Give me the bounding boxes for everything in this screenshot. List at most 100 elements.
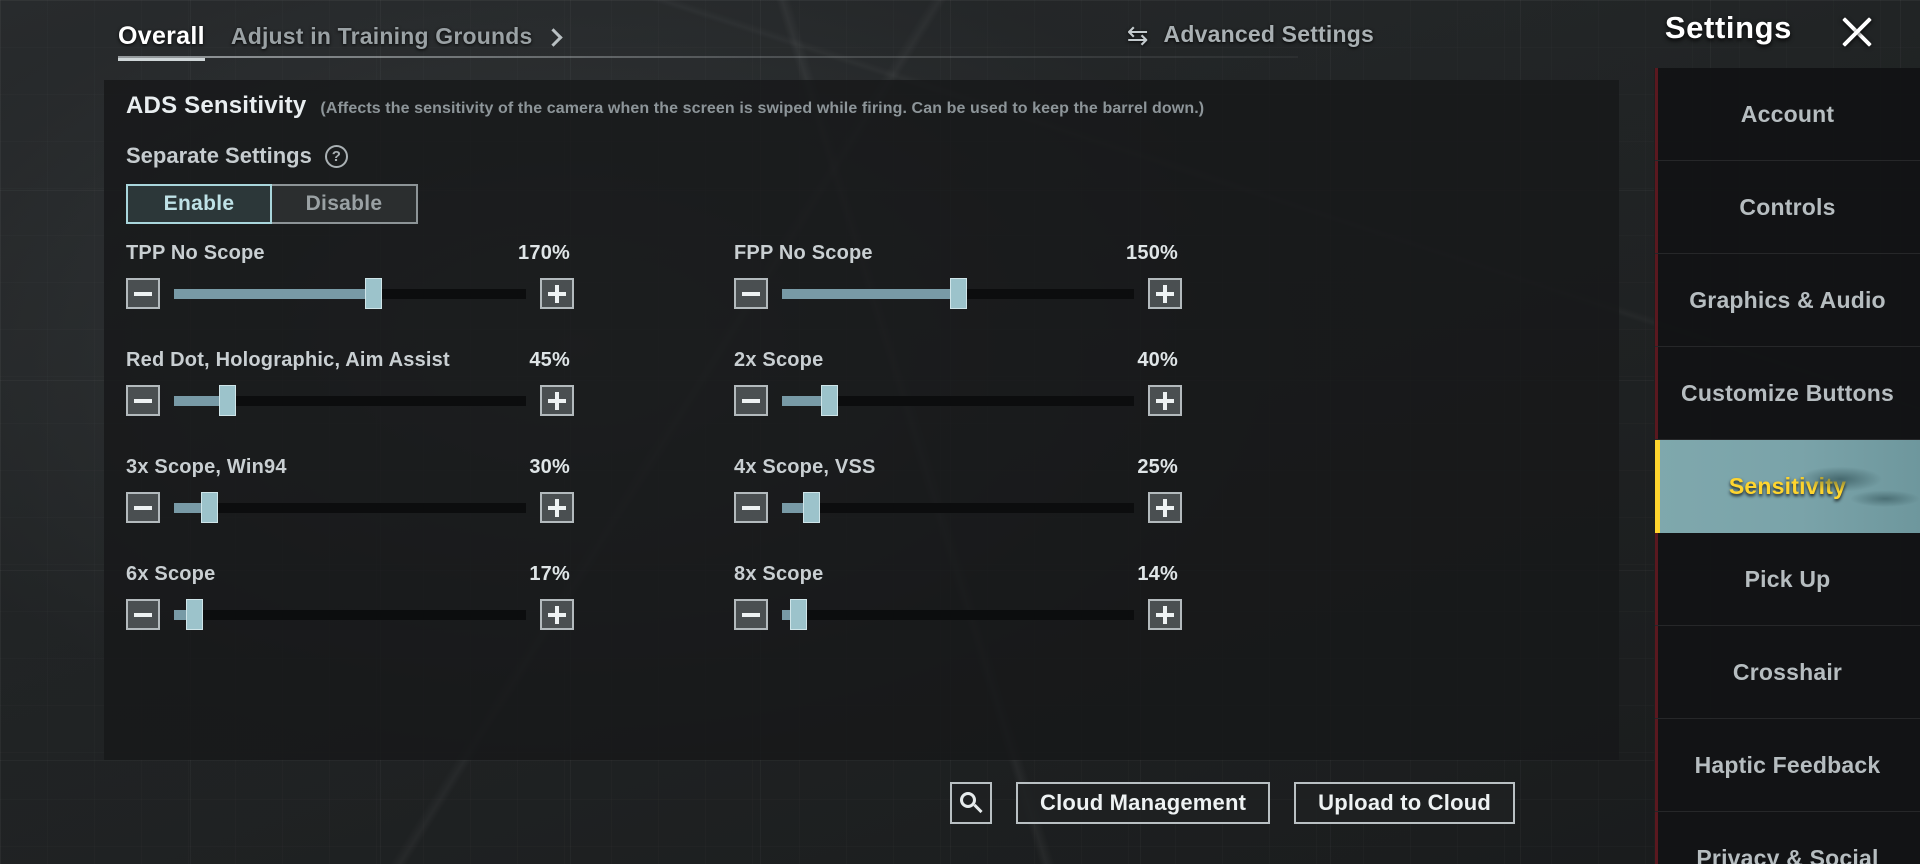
sensitivity-slider-row: 4x Scope, VSS 25% (734, 446, 1342, 553)
minus-icon[interactable] (126, 278, 160, 309)
sensitivity-slider-grid: TPP No Scope 170% FPP No Scope 150% Red Dot,… (104, 232, 1619, 660)
sensitivity-slider-row: Red Dot, Holographic, Aim Assist 45% (126, 339, 734, 446)
slider-value: 30% (529, 456, 570, 478)
plus-icon[interactable] (540, 278, 574, 309)
slider-handle[interactable] (365, 278, 382, 309)
sidebar-item-crosshair[interactable]: Crosshair (1655, 626, 1920, 719)
slider-header: 6x Scope 17% (126, 563, 570, 586)
slider-label: TPP No Scope (126, 242, 265, 264)
slider-controls (734, 599, 1182, 630)
sidebar-item-haptic-feedback[interactable]: Haptic Feedback (1655, 719, 1920, 812)
magnifier-glyph (960, 792, 983, 814)
minus-glyph (742, 505, 760, 510)
top-bar: Overall Adjust in Training Grounds ⇆ Adv… (0, 0, 1920, 68)
slider-track[interactable] (782, 492, 1134, 523)
slider-label: Red Dot, Holographic, Aim Assist (126, 349, 450, 371)
slider-track[interactable] (782, 599, 1134, 630)
slider-handle[interactable] (950, 278, 967, 309)
plus-icon[interactable] (540, 492, 574, 523)
slider-controls (126, 492, 574, 523)
slider-value: 40% (1137, 349, 1178, 371)
toggle-disable-button[interactable]: Disable (272, 184, 418, 224)
slider-handle[interactable] (219, 385, 236, 416)
help-icon[interactable]: ? (324, 144, 348, 168)
minus-icon[interactable] (126, 385, 160, 416)
separate-settings-label: Separate Settings (126, 143, 312, 168)
sidebar-item-controls[interactable]: Controls (1655, 161, 1920, 254)
slider-label: 4x Scope, VSS (734, 456, 876, 478)
slider-track[interactable] (174, 599, 526, 630)
slider-handle[interactable] (186, 599, 203, 630)
toggle-enable-button[interactable]: Enable (126, 184, 272, 224)
slider-value: 25% (1137, 456, 1178, 478)
sidebar-item-label: Crosshair (1732, 658, 1843, 685)
sidebar-item-sensitivity[interactable]: Sensitivity (1655, 440, 1920, 533)
sensitivity-slider-row: 2x Scope 40% (734, 339, 1342, 446)
sensitivity-slider-row: 8x Scope 14% (734, 553, 1342, 660)
slider-track-background (174, 503, 526, 513)
magnifier-handle (973, 803, 983, 814)
sensitivity-slider-row: FPP No Scope 150% (734, 232, 1342, 339)
plus-glyph-v (1163, 284, 1167, 303)
slider-header: 2x Scope 40% (734, 349, 1178, 372)
minus-glyph (134, 505, 152, 510)
tab-training-label: Adjust in Training Grounds (230, 23, 533, 49)
slider-track-fill (782, 289, 958, 299)
plus-icon[interactable] (1148, 385, 1182, 416)
minus-icon[interactable] (126, 492, 160, 523)
slider-track[interactable] (782, 278, 1134, 309)
tab-adjust-in-training-grounds[interactable]: Adjust in Training Grounds (230, 23, 563, 57)
slider-handle[interactable] (803, 492, 820, 523)
minus-icon[interactable] (734, 385, 768, 416)
sidebar-item-pick-up[interactable]: Pick Up (1655, 533, 1920, 626)
sidebar-item-graphics-audio[interactable]: Graphics & Audio (1655, 254, 1920, 347)
slider-track[interactable] (174, 492, 526, 523)
chevron-right-icon (543, 28, 563, 47)
plus-icon[interactable] (1148, 599, 1182, 630)
slider-value: 14% (1137, 563, 1178, 585)
close-icon[interactable] (1836, 11, 1878, 53)
minus-glyph (742, 612, 760, 617)
minus-icon[interactable] (734, 278, 768, 309)
slider-value: 45% (529, 349, 570, 371)
swap-arrows-icon: ⇆ (1126, 19, 1149, 50)
cloud-management-button[interactable]: Cloud Management (1016, 782, 1271, 824)
slider-handle[interactable] (790, 599, 807, 630)
sidebar-item-account[interactable]: Account (1655, 68, 1920, 161)
minus-glyph (134, 612, 152, 617)
minus-icon[interactable] (126, 599, 160, 630)
section-description: (Affects the sensitivity of the camera w… (320, 100, 1205, 117)
minus-icon[interactable] (734, 599, 768, 630)
sidebar-item-customize-buttons[interactable]: Customize Buttons (1655, 347, 1920, 440)
slider-track-fill (174, 289, 373, 299)
search-icon[interactable] (950, 782, 993, 824)
sidebar-item-label: Account (1740, 100, 1835, 127)
slider-track[interactable] (782, 385, 1134, 416)
sidebar-item-label: Sensitivity (1728, 473, 1847, 499)
minus-icon[interactable] (734, 492, 768, 523)
plus-icon[interactable] (1148, 492, 1182, 523)
slider-value: 170% (518, 242, 570, 264)
slider-track-background (782, 503, 1134, 513)
slider-handle[interactable] (821, 385, 838, 416)
settings-screen: Overall Adjust in Training Grounds ⇆ Adv… (0, 0, 1920, 864)
advanced-settings-button[interactable]: ⇆ Advanced Settings (1127, 21, 1374, 48)
plus-icon[interactable] (540, 599, 574, 630)
upload-to-cloud-button[interactable]: Upload to Cloud (1294, 782, 1515, 824)
page-title: Settings (1664, 10, 1792, 45)
sensitivity-slider-row: 3x Scope, Win94 30% (126, 446, 734, 553)
slider-track[interactable] (174, 278, 526, 309)
advanced-settings-label: Advanced Settings (1163, 21, 1374, 47)
slider-controls (126, 385, 574, 416)
plus-glyph-v (1163, 605, 1167, 624)
slider-handle[interactable] (201, 492, 218, 523)
sidebar-item-label: Pick Up (1744, 565, 1831, 592)
plus-icon[interactable] (1148, 278, 1182, 309)
plus-icon[interactable] (540, 385, 574, 416)
slider-track[interactable] (174, 385, 526, 416)
sidebar-item-label: Controls (1739, 193, 1836, 220)
slider-controls (734, 385, 1182, 416)
slider-header: TPP No Scope 170% (126, 242, 570, 265)
plus-glyph-v (555, 284, 559, 303)
sidebar-item-privacy-social[interactable]: Privacy & Social (1655, 812, 1920, 864)
